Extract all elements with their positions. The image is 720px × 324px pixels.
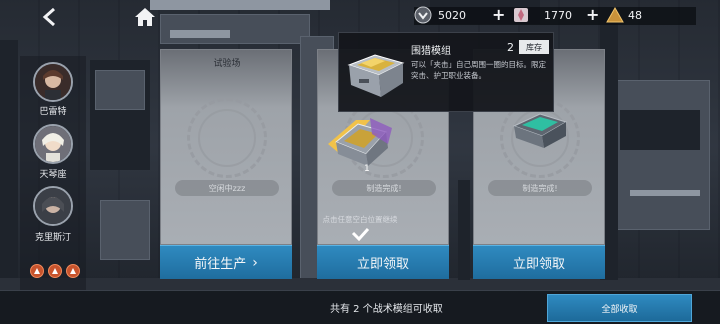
ammo-value: 48 (628, 8, 642, 22)
ammo-icon (606, 6, 624, 23)
inventory-button[interactable]: 库存 (519, 40, 549, 54)
item-tooltip: 围猎模组 2 库存 可以「夹击」自己周围一圈的目标。限定突击、护卫职业装备。 (338, 32, 554, 112)
formation-icon-2[interactable] (48, 264, 62, 278)
check-icon (350, 226, 370, 242)
resource-tile: 1770 (512, 4, 572, 26)
top-bar: 5020 + 1770 + 48 (0, 0, 720, 34)
resource-core: 5020 (414, 4, 466, 26)
production-slot-1: 试验场 空闲中zzz 前往生产 › (160, 49, 292, 279)
core-value: 5020 (438, 8, 466, 22)
triangle-icon (52, 268, 58, 274)
add-tile-button[interactable]: + (586, 5, 599, 24)
doll-avatar-1[interactable] (33, 62, 73, 102)
slot-status: 制造完成! (332, 180, 436, 196)
tile-value: 1770 (544, 8, 572, 22)
tooltip-item-art (345, 43, 407, 105)
collect-now-button[interactable]: 立即领取 (473, 245, 605, 279)
go-produce-button[interactable]: 前往生产 › (160, 245, 292, 279)
triangle-icon (34, 268, 40, 274)
doll-portrait-icon (35, 188, 71, 224)
doll-name-1: 巴雷特 (39, 107, 67, 117)
slot-title: 试验场 (213, 59, 241, 69)
tooltip-item-name: 围猎模组 (411, 46, 451, 57)
module-case-teal (508, 108, 572, 152)
collect-summary: 共有 2 个战术模组可收取 (330, 304, 443, 315)
triangle-icon (70, 268, 76, 274)
collect-now-button[interactable]: 立即领取 (317, 245, 449, 279)
reward-item[interactable] (326, 114, 396, 170)
resource-ammo: 48 (606, 4, 642, 26)
echelon-column: 巴雷特 天琴座 克里斯汀 (20, 56, 86, 294)
formation-icon-3[interactable] (66, 264, 80, 278)
slot-status: 制造完成! (488, 180, 592, 196)
back-arrow-icon (42, 7, 55, 27)
collect-all-button[interactable]: 全部收取 (547, 294, 692, 322)
collect-now-label: 立即领取 (512, 257, 565, 272)
home-button[interactable] (130, 4, 160, 30)
doll-name-3: 克里斯汀 (34, 233, 71, 243)
slot-status: 空闲中zzz (175, 180, 279, 196)
add-core-button[interactable]: + (492, 5, 505, 24)
module-case-icon (512, 113, 568, 148)
tooltip-item-description: 可以「夹击」自己周围一圈的目标。限定突击、护卫职业装备。 (411, 60, 546, 80)
back-button[interactable] (30, 4, 70, 30)
reward-count: 1 (364, 164, 370, 174)
doll-portrait-icon (35, 64, 71, 100)
doll-portrait-icon (35, 126, 71, 162)
module-case-icon (347, 54, 405, 97)
core-icon (414, 6, 432, 24)
bottom-bar: 共有 2 个战术模组可收取 全部收取 (0, 290, 720, 324)
continue-hint: 点击任意空白位置继续 (322, 215, 398, 224)
home-icon (135, 8, 155, 26)
slot-ring-icon (187, 98, 267, 178)
collect-now-label: 立即领取 (356, 257, 409, 272)
slot-panel: 试验场 空闲中zzz (160, 49, 292, 245)
doll-name-2: 天琴座 (39, 170, 67, 180)
go-produce-label: 前往生产 (194, 257, 247, 272)
module-case-icon (328, 118, 392, 166)
tooltip-item-count: 2 (507, 41, 514, 54)
formation-icon-1[interactable] (30, 264, 44, 278)
doll-avatar-2[interactable] (33, 124, 73, 164)
doll-avatar-3[interactable] (33, 186, 73, 226)
chevron-right-icon: › (252, 254, 258, 271)
tile-icon (514, 8, 528, 22)
